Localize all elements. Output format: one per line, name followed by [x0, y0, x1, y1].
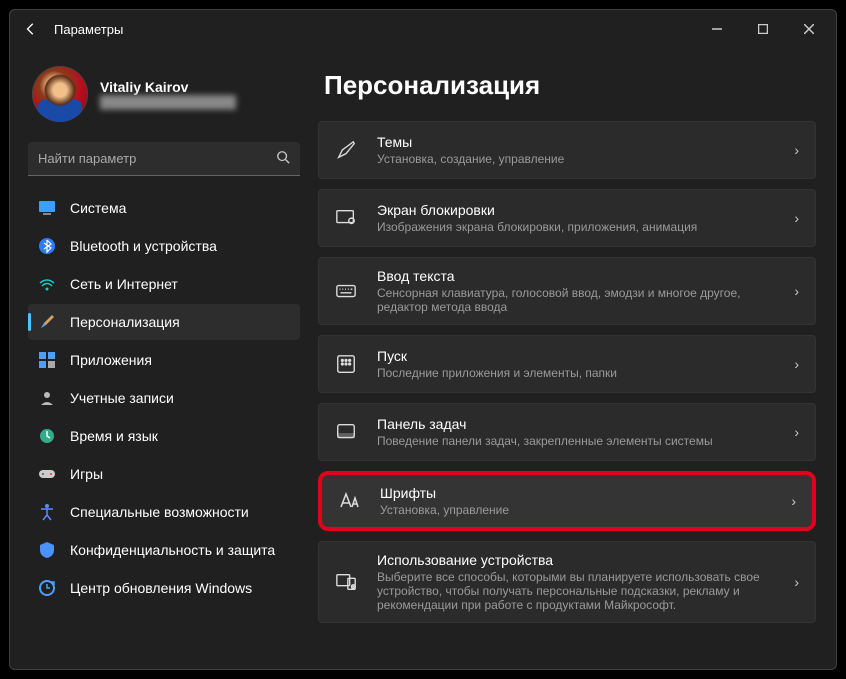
sidebar-item-label: Специальные возможности [70, 504, 249, 520]
sidebar-item-accessibility[interactable]: Специальные возможности [28, 494, 300, 530]
sidebar-item-accounts[interactable]: Учетные записи [28, 380, 300, 416]
sidebar-item-gaming[interactable]: Игры [28, 456, 300, 492]
chevron-right-icon: › [794, 574, 799, 590]
card-text-input[interactable]: Ввод текста Сенсорная клавиатура, голосо… [318, 257, 816, 325]
sidebar-item-label: Время и язык [70, 428, 158, 444]
lock-screen-icon [333, 205, 359, 231]
sidebar-item-personalization[interactable]: Персонализация [28, 304, 300, 340]
sidebar-item-label: Система [70, 200, 126, 216]
sidebar-item-label: Учетные записи [70, 390, 174, 406]
back-button[interactable] [14, 12, 48, 46]
search-icon [276, 150, 290, 167]
sidebar-item-time-language[interactable]: Время и язык [28, 418, 300, 454]
profile-name: Vitaliy Kairov [100, 79, 236, 95]
card-subtitle: Выберите все способы, которыми вы планир… [377, 570, 776, 612]
card-title: Экран блокировки [377, 202, 776, 218]
card-subtitle: Поведение панели задач, закрепленные эле… [377, 434, 776, 448]
titlebar: Параметры [10, 10, 836, 48]
sidebar: Vitaliy Kairov ████████████████ Система … [10, 48, 310, 669]
sidebar-item-label: Центр обновления Windows [70, 580, 252, 596]
fonts-icon [336, 488, 362, 514]
main-content: Персонализация Темы Установка, создание,… [310, 48, 836, 669]
card-subtitle: Последние приложения и элементы, папки [377, 366, 776, 380]
wifi-icon [38, 275, 56, 293]
card-title: Панель задач [377, 416, 776, 432]
card-start[interactable]: Пуск Последние приложения и элементы, па… [318, 335, 816, 393]
sidebar-item-apps[interactable]: Приложения [28, 342, 300, 378]
sidebar-item-network[interactable]: Сеть и Интернет [28, 266, 300, 302]
settings-window: Параметры Vitaliy Kairov ███████████████… [9, 9, 837, 670]
sidebar-item-windows-update[interactable]: Центр обновления Windows [28, 570, 300, 606]
sidebar-item-label: Игры [70, 466, 103, 482]
card-themes[interactable]: Темы Установка, создание, управление › [318, 121, 816, 179]
shield-icon [38, 541, 56, 559]
apps-icon [38, 351, 56, 369]
card-subtitle: Сенсорная клавиатура, голосовой ввод, эм… [377, 286, 776, 314]
device-usage-icon [333, 569, 359, 595]
sidebar-item-label: Персонализация [70, 314, 180, 330]
card-device-usage[interactable]: Использование устройства Выберите все сп… [318, 541, 816, 623]
search-box[interactable] [28, 142, 300, 176]
profile-block[interactable]: Vitaliy Kairov ████████████████ [28, 58, 300, 138]
bluetooth-icon [38, 237, 56, 255]
clock-globe-icon [38, 427, 56, 445]
sidebar-item-label: Приложения [70, 352, 152, 368]
sidebar-item-privacy[interactable]: Конфиденциальность и защита [28, 532, 300, 568]
update-icon [38, 579, 56, 597]
sidebar-item-label: Bluetooth и устройства [70, 238, 217, 254]
avatar [32, 66, 88, 122]
nav-list: Система Bluetooth и устройства Сеть и Ин… [28, 190, 300, 606]
sidebar-item-label: Конфиденциальность и защита [70, 542, 275, 558]
person-icon [38, 389, 56, 407]
chevron-right-icon: › [794, 142, 799, 158]
chevron-right-icon: › [794, 356, 799, 372]
window-title: Параметры [54, 22, 123, 37]
card-subtitle: Изображения экрана блокировки, приложени… [377, 220, 776, 234]
keyboard-icon [333, 278, 359, 304]
start-icon [333, 351, 359, 377]
monitor-icon [38, 199, 56, 217]
chevron-right-icon: › [794, 424, 799, 440]
card-title: Использование устройства [377, 552, 776, 568]
sidebar-item-system[interactable]: Система [28, 190, 300, 226]
search-input[interactable] [38, 151, 276, 166]
card-title: Пуск [377, 348, 776, 364]
sidebar-item-bluetooth[interactable]: Bluetooth и устройства [28, 228, 300, 264]
accessibility-icon [38, 503, 56, 521]
sidebar-item-label: Сеть и Интернет [70, 276, 178, 292]
brush-icon [38, 313, 56, 331]
card-title: Шрифты [380, 485, 773, 501]
gamepad-icon [38, 465, 56, 483]
brush-icon [333, 137, 359, 163]
chevron-right-icon: › [794, 283, 799, 299]
profile-email: ████████████████ [100, 95, 236, 109]
card-lock-screen[interactable]: Экран блокировки Изображения экрана блок… [318, 189, 816, 247]
card-taskbar[interactable]: Панель задач Поведение панели задач, зак… [318, 403, 816, 461]
taskbar-icon [333, 419, 359, 445]
card-fonts[interactable]: Шрифты Установка, управление › [318, 471, 816, 531]
card-subtitle: Установка, создание, управление [377, 152, 776, 166]
card-title: Темы [377, 134, 776, 150]
close-button[interactable] [786, 12, 832, 46]
maximize-button[interactable] [740, 12, 786, 46]
chevron-right-icon: › [791, 493, 796, 509]
minimize-button[interactable] [694, 12, 740, 46]
card-subtitle: Установка, управление [380, 503, 773, 517]
page-title: Персонализация [324, 70, 816, 101]
chevron-right-icon: › [794, 210, 799, 226]
card-title: Ввод текста [377, 268, 776, 284]
